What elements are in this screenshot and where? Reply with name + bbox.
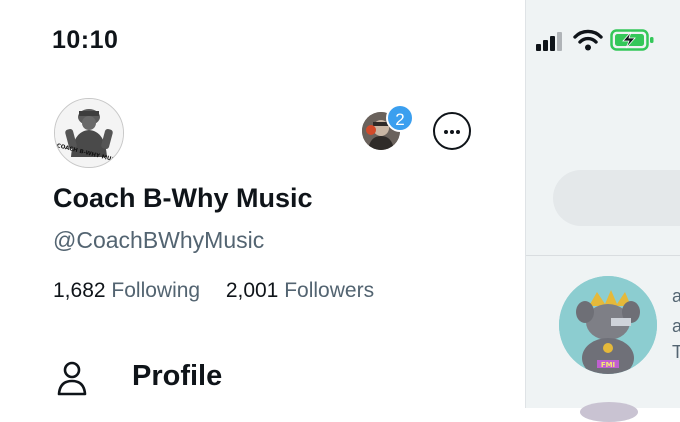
notification-badge: 2 (386, 104, 414, 132)
dot-icon (444, 130, 448, 134)
timeline-user-avatar-2 (580, 402, 638, 422)
dot-icon (456, 130, 460, 134)
following-count: 1,682 (53, 279, 106, 302)
following-label: Following (111, 279, 201, 302)
cellular-signal-icon (536, 32, 562, 51)
background-composer-field (553, 170, 680, 226)
followers-link[interactable]: 2,001 Followers (226, 279, 374, 302)
timeline-user-avatar: FMI (559, 276, 657, 374)
pane-divider (525, 0, 526, 408)
more-options-button[interactable] (433, 112, 471, 150)
menu-item-profile[interactable]: Profile (52, 358, 312, 402)
profile-avatar[interactable]: COACH B-WHY MUSIC (54, 98, 124, 168)
follow-stats: 1,682 Following 2,001 Followers (53, 279, 374, 303)
dot-icon (450, 130, 454, 134)
battery-charging-icon (610, 29, 654, 51)
timeline-text-fragment: a (672, 286, 680, 306)
following-link[interactable]: 1,682 Following (53, 279, 206, 302)
menu-item-label: Profile (132, 360, 223, 392)
timeline-text-fragment: T (672, 342, 680, 362)
status-time: 10:10 (52, 26, 119, 54)
timeline-text-fragment: a (672, 316, 680, 336)
wifi-icon (573, 29, 603, 51)
display-name: Coach B-Why Music (53, 183, 313, 213)
avatar-figure-icon: COACH B-WHY MUSIC (55, 99, 123, 167)
rat-avatar-icon: FMI (559, 276, 657, 374)
person-icon (57, 361, 87, 396)
followers-label: Followers (284, 279, 375, 302)
avatar-shirt-text: FMI (601, 361, 615, 369)
followers-count: 2,001 (225, 279, 279, 302)
user-handle: @CoachBWhyMusic (53, 227, 265, 253)
background-divider (526, 255, 680, 256)
